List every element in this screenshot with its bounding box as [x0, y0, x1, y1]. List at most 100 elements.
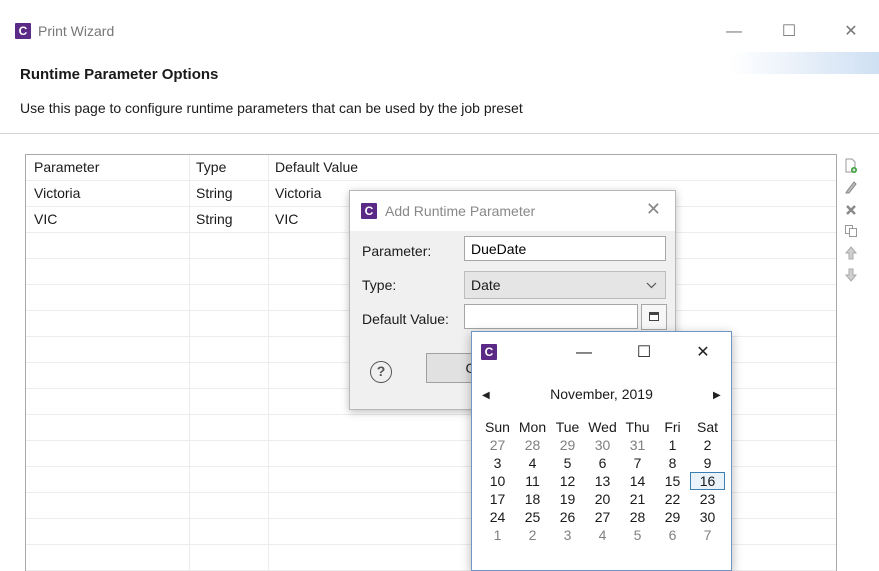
- calendar-week: 24 25 26 27 28 29 30: [480, 508, 726, 526]
- type-select[interactable]: Date: [464, 271, 666, 299]
- weekday-label: Mon: [518, 419, 547, 435]
- cell-default-value: Victoria: [275, 185, 322, 201]
- calendar-day[interactable]: 13: [585, 472, 620, 490]
- month-label: November, 2019: [550, 386, 653, 402]
- calendar-day[interactable]: 3: [480, 454, 515, 472]
- calendar-day[interactable]: 14: [620, 472, 655, 490]
- calendar-week: 10 11 12 13 14 15 16: [480, 472, 726, 490]
- app-logo-icon: C: [15, 23, 31, 39]
- maximize-button[interactable]: ☐: [769, 18, 809, 46]
- maximize-button[interactable]: ☐: [632, 341, 656, 365]
- move-down-icon[interactable]: [842, 268, 860, 286]
- calendar-day[interactable]: 18: [515, 490, 550, 508]
- window-title: Print Wizard: [38, 23, 115, 39]
- calendar-day[interactable]: 10: [480, 472, 515, 490]
- page-title: Runtime Parameter Options: [20, 66, 219, 83]
- close-button[interactable]: ✕: [691, 341, 715, 365]
- calendar-day[interactable]: 12: [550, 472, 585, 490]
- weekday-label: Thu: [625, 419, 650, 435]
- calendar-week: 27 28 29 30 31 1 2: [480, 436, 726, 454]
- calendar-day[interactable]: 11: [515, 472, 550, 490]
- calendar-day[interactable]: 24: [480, 508, 515, 526]
- calendar-day[interactable]: 8: [655, 454, 690, 472]
- calendar-day-selected[interactable]: 16: [690, 472, 725, 490]
- calendar-day[interactable]: 22: [655, 490, 690, 508]
- cell-parameter: VIC: [34, 211, 58, 227]
- page-description: Use this page to configure runtime param…: [20, 100, 523, 116]
- chevron-down-icon: [646, 278, 657, 292]
- cell-parameter: Victoria: [34, 185, 81, 201]
- calendar-day[interactable]: 27: [480, 436, 515, 454]
- weekday-header: Sun Mon Tue Wed Thu Fri Sat: [480, 418, 726, 436]
- app-logo-icon: C: [481, 344, 497, 360]
- calendar-day[interactable]: 2: [690, 436, 725, 454]
- calendar-day[interactable]: 21: [620, 490, 655, 508]
- calendar-day[interactable]: 1: [480, 526, 515, 544]
- minimize-button[interactable]: —: [714, 18, 754, 46]
- table-header-row: Parameter Type Default Value: [26, 155, 836, 181]
- help-icon[interactable]: ?: [370, 361, 392, 383]
- default-value-input[interactable]: [464, 304, 638, 329]
- calendar-week: 17 18 19 20 21 22 23: [480, 490, 726, 508]
- cell-type: String: [196, 185, 233, 201]
- type-label: Type:: [362, 277, 397, 293]
- dialog-title: Add Runtime Parameter: [385, 203, 536, 219]
- column-header-type[interactable]: Type: [196, 159, 226, 175]
- calendar-day[interactable]: 28: [620, 508, 655, 526]
- next-month-icon[interactable]: ▶: [713, 390, 721, 401]
- calendar-day[interactable]: 5: [550, 454, 585, 472]
- column-header-default-value[interactable]: Default Value: [275, 159, 358, 175]
- date-picker-titlebar: C — ☐ ✕: [472, 332, 731, 374]
- weekday-label: Sun: [485, 419, 510, 435]
- calendar-week: 3 4 5 6 7 8 9: [480, 454, 726, 472]
- cell-type: String: [196, 211, 233, 227]
- calendar-day[interactable]: 7: [620, 454, 655, 472]
- type-select-value: Date: [471, 277, 501, 293]
- calendar-day[interactable]: 19: [550, 490, 585, 508]
- cell-default-value: VIC: [275, 211, 299, 227]
- calendar-day[interactable]: 9: [690, 454, 725, 472]
- calendar-day[interactable]: 30: [690, 508, 725, 526]
- calendar-day[interactable]: 3: [550, 526, 585, 544]
- copy-icon[interactable]: [842, 224, 860, 242]
- date-picker-popup: C — ☐ ✕ ◀ November, 2019 ▶ Sun Mon Tue W…: [471, 331, 732, 571]
- delete-icon[interactable]: [842, 202, 860, 220]
- calendar-day[interactable]: 2: [515, 526, 550, 544]
- calendar-day[interactable]: 6: [655, 526, 690, 544]
- calendar-day[interactable]: 29: [655, 508, 690, 526]
- calendar-picker-button[interactable]: [641, 304, 667, 330]
- calendar-day[interactable]: 31: [620, 436, 655, 454]
- add-icon[interactable]: [842, 158, 860, 176]
- header-banner: [730, 52, 879, 74]
- calendar-day[interactable]: 25: [515, 508, 550, 526]
- calendar-day[interactable]: 7: [690, 526, 725, 544]
- calendar-day[interactable]: 5: [620, 526, 655, 544]
- calendar-day[interactable]: 17: [480, 490, 515, 508]
- calendar-day[interactable]: 15: [655, 472, 690, 490]
- calendar-day[interactable]: 1: [655, 436, 690, 454]
- parameter-input[interactable]: [464, 236, 666, 261]
- minimize-button[interactable]: —: [572, 341, 596, 365]
- weekday-label: Fri: [664, 419, 681, 435]
- app-logo-icon: C: [361, 203, 377, 219]
- move-up-icon[interactable]: [842, 246, 860, 264]
- side-toolbar: [842, 158, 860, 290]
- default-value-label: Default Value:: [362, 311, 449, 327]
- edit-icon[interactable]: [842, 180, 860, 198]
- calendar-icon: [649, 308, 659, 324]
- calendar-navigation: ◀ November, 2019 ▶: [472, 386, 731, 406]
- calendar-day[interactable]: 26: [550, 508, 585, 526]
- close-button[interactable]: ✕: [831, 18, 871, 46]
- calendar-day[interactable]: 29: [550, 436, 585, 454]
- calendar-day[interactable]: 4: [515, 454, 550, 472]
- calendar-day[interactable]: 23: [690, 490, 725, 508]
- dialog-close-button[interactable]: ✕: [646, 199, 661, 220]
- calendar-day[interactable]: 20: [585, 490, 620, 508]
- calendar-day[interactable]: 6: [585, 454, 620, 472]
- calendar-day[interactable]: 27: [585, 508, 620, 526]
- parameter-label: Parameter:: [362, 243, 432, 259]
- calendar-day[interactable]: 30: [585, 436, 620, 454]
- calendar-day[interactable]: 28: [515, 436, 550, 454]
- calendar-day[interactable]: 4: [585, 526, 620, 544]
- column-header-parameter[interactable]: Parameter: [34, 159, 99, 175]
